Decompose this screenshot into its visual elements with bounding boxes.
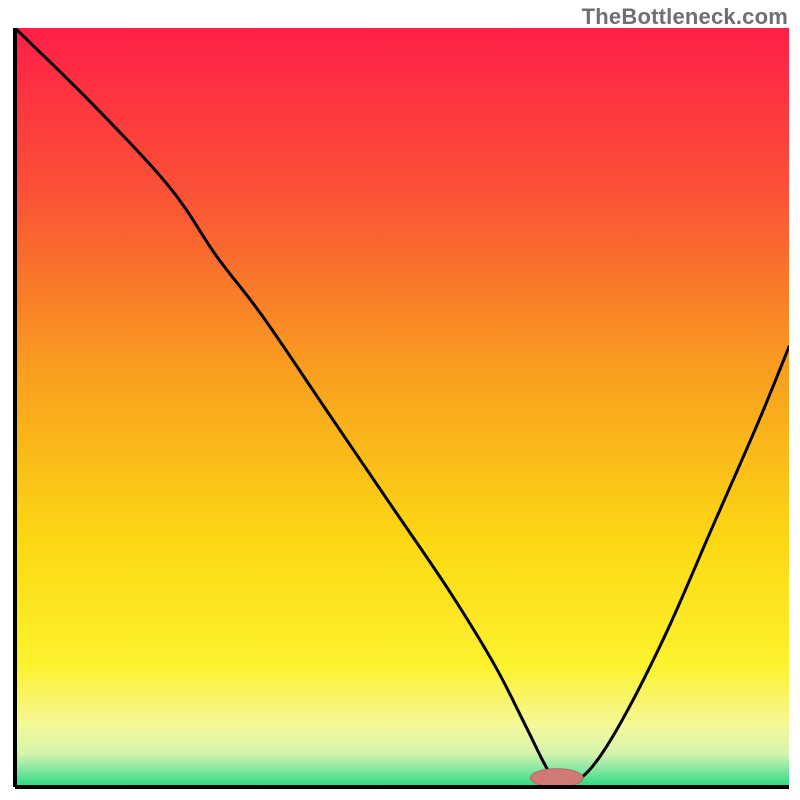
gradient-background xyxy=(15,28,789,787)
chart-container: TheBottleneck.com xyxy=(0,0,800,800)
plot-svg xyxy=(11,28,789,791)
optimum-marker xyxy=(530,769,583,787)
plot-frame xyxy=(11,28,789,791)
watermark-text: TheBottleneck.com xyxy=(582,4,788,30)
